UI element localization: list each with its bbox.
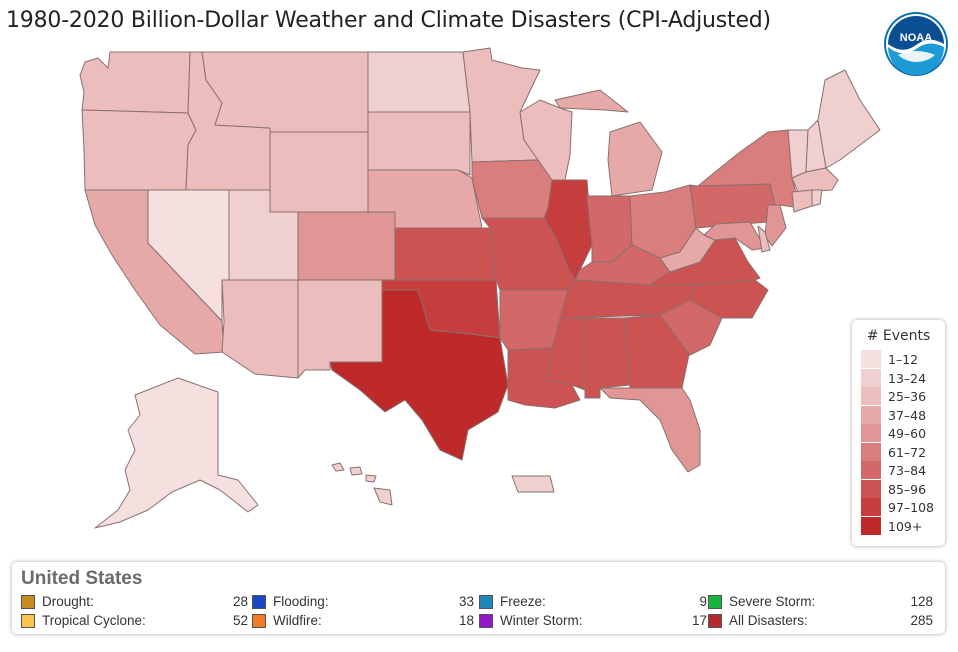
disaster-label: Drought:	[42, 594, 94, 609]
state-PA[interactable]	[689, 183, 776, 229]
state-VT[interactable]	[787, 129, 809, 179]
legend-item: 1–12	[861, 350, 941, 368]
legend-label: 109+	[888, 518, 923, 534]
disaster-label: Severe Storm:	[729, 594, 816, 609]
legend: # Events 1–12 13–24 25–36 37–48 49–60 61–72 73…	[852, 320, 945, 546]
legend-label: 73–84	[888, 463, 927, 478]
legend-swatch	[861, 461, 881, 479]
disaster-swatch	[252, 614, 266, 628]
state-SD[interactable]	[367, 111, 471, 176]
legend-item: 109+	[861, 516, 941, 535]
legend-item: 49–60	[861, 424, 941, 442]
state-AL[interactable]	[584, 317, 631, 399]
legend-label: 13–24	[888, 370, 927, 386]
legend-item: 37–48	[861, 405, 941, 424]
disaster-type-item: Drought: 28	[21, 594, 248, 610]
state-CO[interactable]	[297, 211, 396, 281]
disaster-type-item: Wildfire: 18	[252, 613, 474, 629]
state-ND[interactable]	[367, 51, 471, 113]
disaster-swatch	[479, 614, 493, 628]
legend-label: 49–60	[888, 426, 927, 441]
legend-label: 85–96	[888, 481, 927, 497]
legend-label: 61–72	[888, 444, 927, 460]
legend-title: # Events	[866, 328, 931, 344]
legend-item: 61–72	[861, 442, 941, 461]
disaster-swatch	[708, 595, 722, 609]
disaster-swatch	[21, 595, 35, 609]
legend-swatch	[861, 424, 881, 442]
legend-swatch	[861, 387, 881, 405]
state-NJ[interactable]	[764, 204, 787, 247]
state-AZ[interactable]	[221, 279, 299, 379]
legend-swatch	[861, 442, 881, 461]
legend-swatch	[861, 479, 881, 498]
legend-swatch	[861, 405, 881, 424]
disaster-swatch	[479, 595, 493, 609]
legend-item: 85–96	[861, 479, 941, 498]
disaster-type-item: Severe Storm: 128	[708, 594, 933, 610]
state-WY[interactable]	[269, 131, 369, 213]
disaster-count: 285	[910, 613, 933, 628]
disaster-label: Flooding:	[273, 594, 329, 609]
state-MT[interactable]	[201, 51, 369, 133]
state-WA[interactable]	[79, 51, 191, 114]
legend-label: 97–108	[888, 500, 935, 515]
disaster-label: Winter Storm:	[500, 613, 583, 628]
state-ME[interactable]	[817, 69, 881, 169]
disaster-count: 9	[699, 594, 707, 609]
disaster-count: 28	[232, 594, 248, 609]
state-HI[interactable]	[331, 462, 393, 506]
state-FL[interactable]	[599, 387, 701, 473]
disaster-type-item: All Disasters: 285	[708, 613, 933, 629]
us-map	[79, 47, 881, 529]
disaster-count: 33	[458, 594, 474, 609]
state-CT[interactable]	[791, 189, 813, 213]
legend-item: 13–24	[861, 368, 941, 387]
disaster-label: All Disasters:	[729, 613, 808, 628]
legend-swatch	[861, 498, 881, 516]
disaster-label: Wildfire:	[273, 613, 322, 628]
state-IA[interactable]	[471, 159, 553, 219]
state-RI[interactable]	[811, 189, 823, 207]
legend-item: 25–36	[861, 387, 941, 405]
state-OR[interactable]	[81, 109, 197, 191]
state-KS[interactable]	[394, 227, 497, 281]
disaster-type-item: Flooding: 33	[252, 594, 474, 610]
disaster-label: Freeze:	[500, 594, 546, 609]
disaster-count: 17	[691, 613, 707, 628]
disaster-label: Tropical Cyclone:	[42, 613, 146, 628]
disaster-swatch	[708, 614, 722, 628]
legend-label: 25–36	[888, 389, 927, 404]
legend-swatch	[861, 350, 881, 368]
disaster-type-item: Freeze: 9	[479, 594, 707, 610]
legend-swatch	[861, 516, 881, 535]
legend-item: 73–84	[861, 461, 941, 479]
legend-label: 37–48	[888, 407, 927, 423]
summary-panel: United States Drought: 28 Tropical Cyclone…	[12, 562, 945, 634]
disaster-swatch	[21, 614, 35, 628]
summary-title: United States	[21, 568, 143, 589]
state-PR[interactable]	[511, 475, 555, 493]
disaster-type-item: Winter Storm: 17	[479, 613, 707, 629]
disaster-count: 18	[458, 613, 474, 628]
legend-item: 97–108	[861, 498, 941, 516]
state-AK[interactable]	[94, 377, 259, 529]
disaster-swatch	[252, 595, 266, 609]
legend-swatch	[861, 368, 881, 387]
disaster-type-item: Tropical Cyclone: 52	[21, 613, 248, 629]
legend-label: 1–12	[888, 352, 919, 367]
disaster-count: 128	[910, 594, 933, 609]
disaster-count: 52	[232, 613, 248, 628]
